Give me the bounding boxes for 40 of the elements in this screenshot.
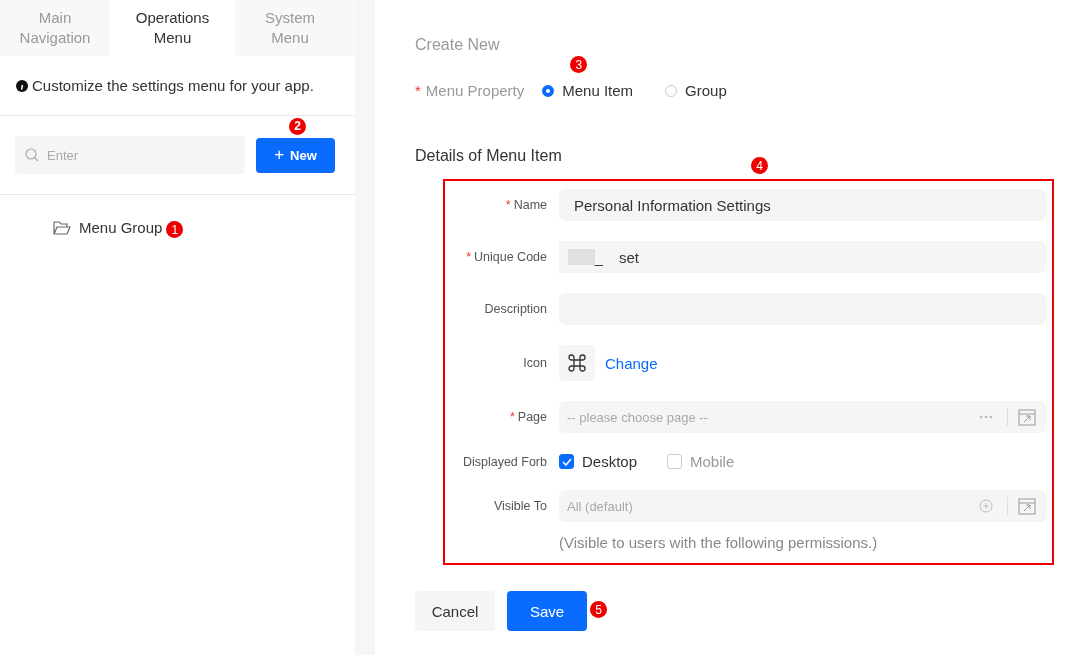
field-label: Description xyxy=(484,302,547,316)
required-mark: * xyxy=(466,250,472,264)
callout-badge: 2 xyxy=(289,117,306,135)
change-link[interactable]: Change xyxy=(605,354,658,372)
tab[interactable]: Operations Menu xyxy=(110,0,235,56)
code-prefix: _ xyxy=(559,241,603,273)
command-icon xyxy=(559,345,595,381)
tree-item[interactable]: Menu Group xyxy=(79,219,163,236)
field-label: Menu Property xyxy=(425,82,525,99)
open-window-icon[interactable] xyxy=(1018,497,1036,515)
code-field[interactable]: set xyxy=(603,241,1046,273)
field-label: Page xyxy=(517,410,547,424)
hint-text: (Visible to users with the following permissions.) xyxy=(559,534,879,551)
text-field[interactable]: Personal Information Settings xyxy=(559,189,1046,221)
info-text: Customize the settings menu for your app. xyxy=(32,77,314,94)
open-window-icon[interactable] xyxy=(1018,408,1036,426)
callout-badge: 5 xyxy=(590,601,607,618)
search-icon xyxy=(25,148,39,162)
radio-option[interactable]: Group xyxy=(665,82,727,99)
field-label: Displayed Forb xyxy=(462,454,547,469)
callout-badge: 4 xyxy=(751,157,768,174)
callout-badge: 1 xyxy=(166,221,184,238)
required-mark: * xyxy=(415,82,421,99)
cancel-button[interactable]: Cancel xyxy=(415,591,495,631)
checkbox[interactable]: Mobile xyxy=(667,453,735,470)
section-title: Details of Menu Item xyxy=(415,147,562,165)
page-title: Create New xyxy=(415,36,501,54)
field-label: Name xyxy=(513,198,547,212)
add-icon[interactable] xyxy=(979,499,993,513)
field-label: Unique Code xyxy=(474,250,547,264)
required-mark: * xyxy=(505,198,511,212)
field-label: Icon xyxy=(523,356,547,370)
more-icon[interactable] xyxy=(979,415,993,419)
callout-badge: 3 xyxy=(570,56,588,73)
folder-icon xyxy=(53,220,71,235)
required-mark: * xyxy=(509,410,515,424)
check-icon xyxy=(561,457,572,466)
field-label: Visible To xyxy=(493,499,547,513)
info-icon xyxy=(16,79,28,92)
checkbox[interactable]: Desktop xyxy=(559,453,638,470)
